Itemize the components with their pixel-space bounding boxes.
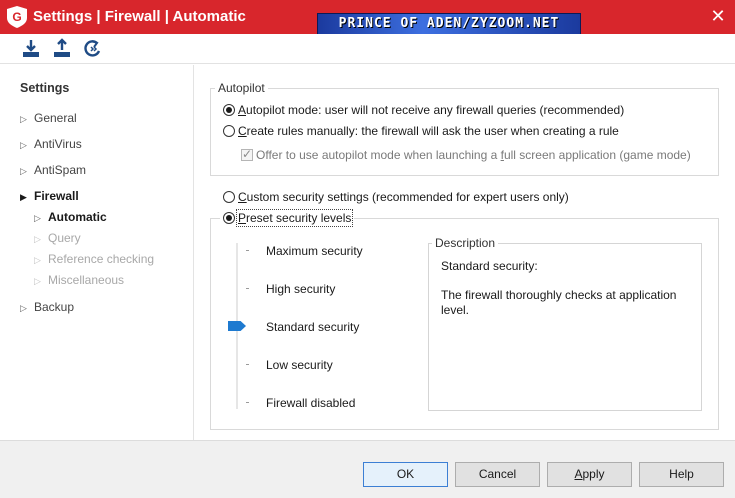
slider-tick — [246, 364, 249, 365]
sidebar-heading: Settings — [20, 81, 70, 95]
sidebar-item-query[interactable]: ▷ Query — [34, 231, 81, 245]
level-standard: Standard security — [266, 320, 360, 334]
sidebar-item-automatic[interactable]: ▷ Automatic — [34, 210, 107, 224]
radio-selected-icon — [223, 212, 235, 224]
radio-selected-icon — [223, 104, 235, 116]
collapse-arrow-icon: ▶ — [20, 192, 27, 202]
sidebar-item-antispam[interactable]: ▷ AntiSpam — [20, 163, 86, 177]
sidebar-item-firewall[interactable]: ▶ Firewall — [20, 189, 79, 203]
sidebar-item-general[interactable]: ▷ General — [20, 111, 77, 125]
sidebar-item-antivirus[interactable]: ▷ AntiVirus — [20, 137, 82, 151]
preset-security-radio[interactable]: Preset security levels — [220, 209, 355, 227]
watermark-banner: PRINCE OF ADEN/ZYZOOM.NET — [317, 13, 581, 35]
dialog-footer: OK Cancel Apply Help — [0, 440, 735, 498]
manual-rules-radio[interactable]: Create rules manually: the firewall will… — [223, 124, 619, 138]
autopilot-legend: Autopilot — [215, 81, 268, 95]
expand-arrow-icon: ▷ — [20, 140, 27, 150]
expand-arrow-icon: ▷ — [20, 303, 27, 313]
slider-tick — [246, 402, 249, 403]
radio-unselected-icon — [223, 191, 235, 203]
expand-arrow-icon: ▷ — [20, 114, 27, 124]
expand-arrow-icon: ▷ — [34, 276, 41, 286]
slider-tick — [246, 288, 249, 289]
sidebar-item-backup[interactable]: ▷ Backup — [20, 300, 74, 314]
help-button[interactable]: Help — [639, 462, 724, 487]
sidebar-item-miscellaneous[interactable]: ▷ Miscellaneous — [34, 273, 124, 287]
cancel-button[interactable]: Cancel — [455, 462, 540, 487]
gdata-logo-icon: G — [7, 6, 27, 28]
settings-sidebar: Settings ▷ General ▷ AntiVirus ▷ AntiSpam ▶… — [0, 65, 194, 440]
firewall-automatic-panel: Autopilot Autopilot mode: user will not … — [195, 65, 735, 440]
close-icon[interactable]: ✕ — [707, 5, 729, 27]
expand-arrow-icon: ▷ — [20, 166, 27, 176]
custom-security-radio[interactable]: Custom security settings (recommended fo… — [223, 190, 569, 204]
ok-button[interactable]: OK — [363, 462, 448, 487]
autopilot-mode-radio[interactable]: Autopilot mode: user will not receive an… — [223, 103, 624, 117]
sidebar-item-reference-checking[interactable]: ▷ Reference checking — [34, 252, 154, 266]
window-title: Settings | Firewall | Automatic — [33, 8, 246, 25]
game-mode-checkbox[interactable]: ✓ Offer to use autopilot mode when launch… — [241, 147, 691, 162]
export-icon[interactable] — [51, 38, 73, 60]
radio-unselected-icon — [223, 125, 235, 137]
level-low: Low security — [266, 358, 333, 372]
level-high: High security — [266, 282, 336, 296]
restore-default-icon[interactable] — [82, 38, 104, 60]
expand-arrow-icon: ▷ — [34, 234, 41, 244]
checkbox-checked-icon: ✓ — [241, 147, 253, 161]
slider-tick — [246, 250, 249, 251]
description-title: Standard security: — [441, 259, 538, 273]
level-maximum: Maximum security — [266, 244, 363, 258]
expand-arrow-icon: ▷ — [34, 255, 41, 265]
toolbar — [0, 34, 735, 64]
level-disabled: Firewall disabled — [266, 396, 356, 410]
svg-text:G: G — [12, 10, 21, 24]
description-body: The firewall thoroughly checks at applic… — [441, 288, 677, 317]
description-legend: Description — [432, 236, 499, 250]
expand-arrow-icon: ▷ — [34, 213, 41, 223]
import-icon[interactable] — [20, 38, 42, 60]
apply-button[interactable]: Apply — [547, 462, 632, 487]
